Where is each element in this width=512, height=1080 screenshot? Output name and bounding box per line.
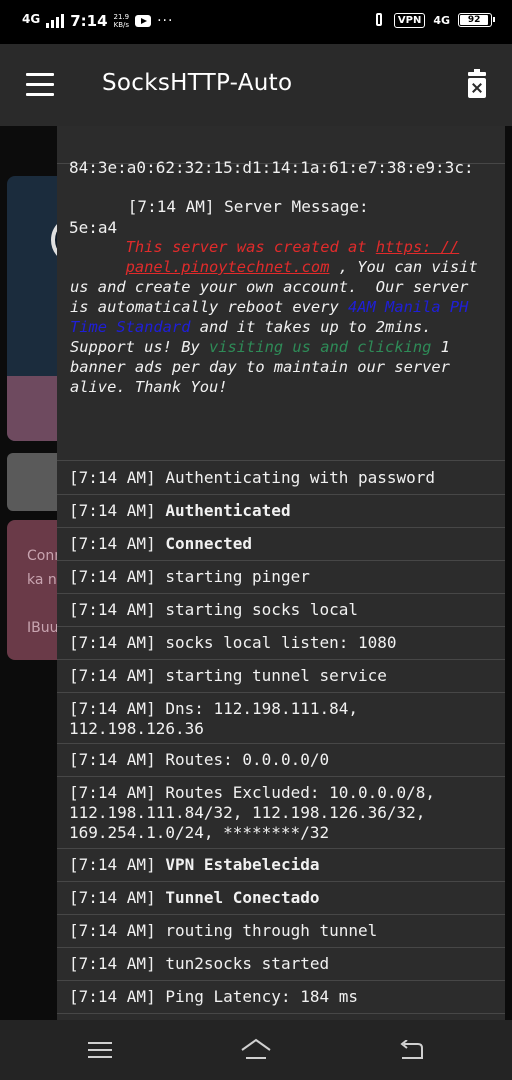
log-message: Ping Latency: 184 ms bbox=[165, 987, 358, 1006]
log-entry: [7:14 AM] starting socks local bbox=[57, 594, 505, 627]
log-timestamp: [7:14 AM] bbox=[69, 666, 156, 685]
log-timestamp: [7:14 AM] bbox=[69, 633, 156, 652]
signal-icon bbox=[46, 14, 65, 28]
log-entry: [7:14 AM] tun2socks started bbox=[57, 948, 505, 981]
trash-icon[interactable] bbox=[466, 69, 488, 100]
log-message: starting pinger bbox=[165, 567, 310, 586]
battery-icon: 92 bbox=[458, 13, 495, 27]
log-timestamp: [7:14 AM] bbox=[69, 600, 156, 619]
log-entry: [7:14 AM] Routes Excluded: 10.0.0.0/8, 1… bbox=[57, 777, 505, 849]
log-entry-server-message: [7:14 AM] Server Message: This server wa… bbox=[57, 165, 505, 461]
log-message: Authenticating with password bbox=[165, 468, 436, 487]
log-timestamp: [7:14 AM] bbox=[69, 567, 156, 586]
net-speed-unit: KB/s bbox=[113, 21, 130, 29]
app-bar: SocksHTTP-Auto bbox=[0, 44, 512, 126]
net-speed: 21.9 KB/s bbox=[114, 13, 130, 29]
log-entry: [7:14 AM] Connected bbox=[57, 528, 505, 561]
log-timestamp: [7:14 AM] bbox=[69, 888, 156, 907]
log-timestamp: [7:14 AM] bbox=[69, 783, 156, 802]
log-entry: [7:14 AM] starting pinger bbox=[57, 561, 505, 594]
more-notifications-icon: ··· bbox=[157, 13, 174, 29]
status-left: 4G 7:14 21.9 KB/s ··· bbox=[22, 12, 173, 30]
log-timestamp: [7:14 AM] bbox=[69, 699, 156, 718]
log-message: tun2socks started bbox=[165, 954, 330, 973]
log-message: VPN Estabelecida bbox=[165, 855, 320, 874]
log-timestamp: [7:14 AM] bbox=[69, 534, 156, 553]
net-speed-value: 21.9 bbox=[113, 13, 130, 21]
log-message: starting socks local bbox=[165, 600, 358, 619]
log-entry: [7:14 AM] Routes: 0.0.0.0/0 bbox=[57, 744, 505, 777]
log-entry-clipped: 84:3e:a0:62:32:15:d1:14:1a:61:e7:38:e9:3… bbox=[57, 126, 505, 237]
youtube-icon bbox=[135, 15, 152, 27]
battery-level: 92 bbox=[460, 15, 489, 25]
server-link-part2[interactable]: panel.pinoytechnet.com bbox=[126, 258, 330, 276]
home-icon[interactable] bbox=[240, 1038, 272, 1062]
recent-apps-icon[interactable] bbox=[88, 1042, 112, 1063]
card-text-line2: ka n bbox=[27, 572, 57, 588]
log-entry: [7:14 AM] Authenticated bbox=[57, 495, 505, 528]
server-message-body: This server was created at https: // pan… bbox=[70, 217, 490, 417]
clock: 7:14 bbox=[70, 12, 108, 30]
card-text-line3: IBuu bbox=[27, 620, 59, 636]
vibrate-icon bbox=[372, 12, 386, 28]
log-panel[interactable]: 84:3e:a0:62:32:15:d1:14:1a:61:e7:38:e9:3… bbox=[57, 126, 505, 1020]
log-message: starting tunnel service bbox=[165, 666, 387, 685]
log-entry: [7:14 AM] socks local listen: 1080 bbox=[57, 627, 505, 660]
log-entry: [7:14 AM] starting tunnel service bbox=[57, 660, 505, 693]
status-bar: 4G 7:14 21.9 KB/s ··· VPN 4G 92 bbox=[0, 0, 512, 44]
network-type-left: 4G bbox=[22, 12, 41, 26]
log-timestamp: [7:14 AM] bbox=[69, 855, 156, 874]
log-timestamp: [7:14 AM] bbox=[69, 750, 156, 769]
log-message: Authenticated bbox=[165, 501, 291, 520]
log-entry: [7:14 AM] VPN Estabelecida bbox=[57, 849, 505, 882]
log-timestamp: [7:14 AM] bbox=[69, 921, 156, 940]
vpn-badge: VPN bbox=[393, 12, 426, 28]
status-right: VPN 4G 92 bbox=[372, 12, 495, 28]
log-entry: [7:14 AM] routing through tunnel bbox=[57, 915, 505, 948]
log-message: routing through tunnel bbox=[165, 921, 378, 940]
navigation-bar bbox=[0, 1020, 512, 1080]
log-timestamp: [7:14 AM] bbox=[69, 501, 156, 520]
back-icon[interactable] bbox=[398, 1040, 424, 1062]
log-timestamp: [7:14 AM] bbox=[69, 468, 156, 487]
server-message-red: This server was created at bbox=[125, 238, 376, 256]
log-timestamp: [7:14 AM] bbox=[69, 987, 156, 1006]
log-timestamp: [7:14 AM] bbox=[69, 954, 156, 973]
server-message-header-text: [7:14 AM] Server Message: bbox=[127, 197, 369, 216]
app-title: SocksHTTP-Auto bbox=[102, 70, 293, 96]
log-entry: [7:14 AM] Tunnel Conectado bbox=[57, 882, 505, 915]
server-link-part1[interactable]: https: // bbox=[376, 238, 459, 256]
log-message: socks local listen: 1080 bbox=[165, 633, 397, 652]
log-message: Tunnel Conectado bbox=[165, 888, 320, 907]
hamburger-menu-icon[interactable] bbox=[26, 73, 54, 96]
log-entry: [7:14 AM] Ping Latency: 184 ms bbox=[57, 981, 505, 1014]
log-message: Connected bbox=[165, 534, 253, 553]
log-entry: [7:14 AM] Authenticating with password bbox=[57, 462, 505, 495]
log-entry: [7:14 AM] Dns: 112.198.111.84, 112.198.1… bbox=[57, 693, 505, 744]
network-type-right: 4G bbox=[433, 13, 450, 27]
server-message-green: visiting us and clicking bbox=[209, 338, 432, 356]
log-message: Routes: 0.0.0.0/0 bbox=[165, 750, 330, 769]
